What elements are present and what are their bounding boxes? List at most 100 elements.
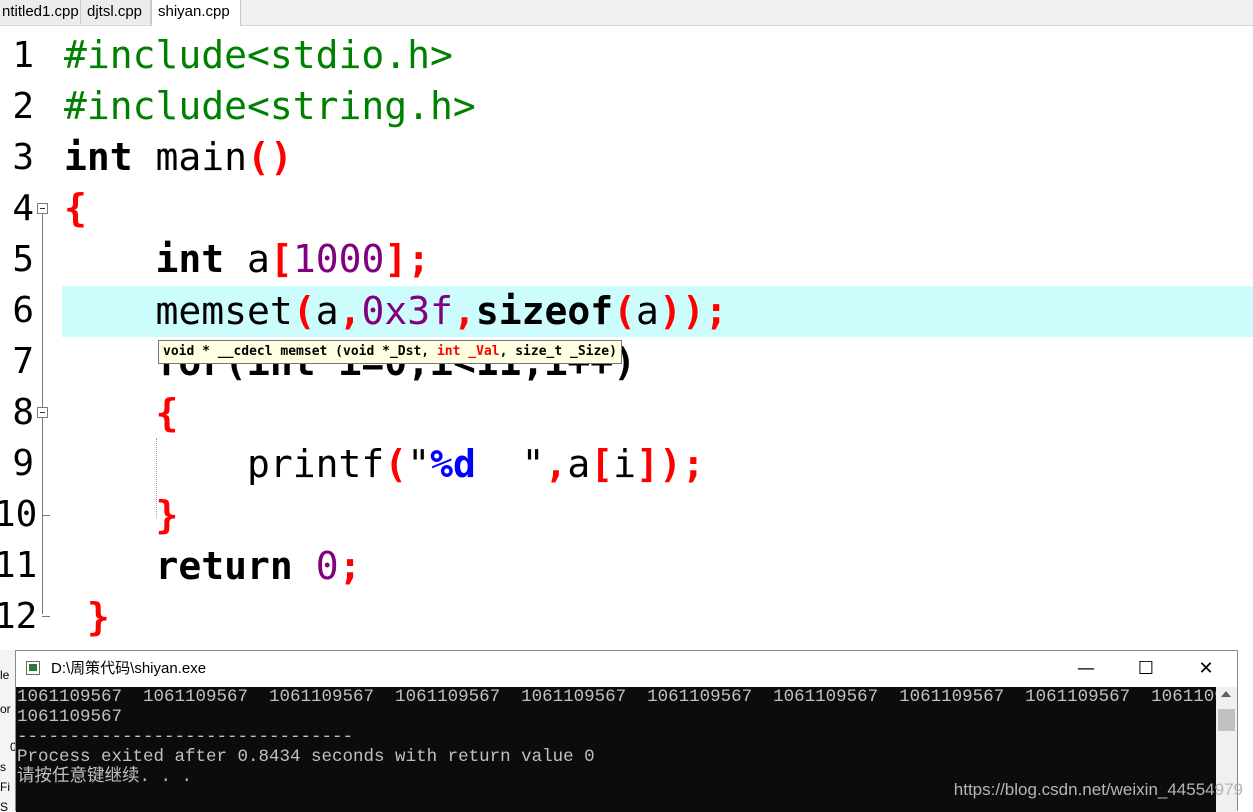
line-number: 6 [12, 290, 34, 331]
console-app-icon [26, 661, 40, 675]
symbol: ( [292, 289, 316, 333]
string-literal: " [475, 442, 545, 486]
background-text: S [0, 800, 9, 811]
format-specifier: %d [430, 442, 476, 486]
fold-end-marker [42, 616, 50, 617]
keyword: sizeof [475, 289, 614, 333]
tab-shiyan[interactable]: shiyan.cpp [151, 0, 241, 26]
identifier: a [315, 289, 339, 333]
function-name: printf [247, 442, 385, 486]
console-line: 1061109567 [17, 707, 123, 727]
symbol: () [247, 135, 293, 179]
tooltip-active-param: int _Val [436, 344, 500, 359]
line-number: 1 [12, 35, 34, 76]
symbol: ( [613, 289, 637, 333]
symbol: , [338, 289, 362, 333]
code-line-11: return 0; [64, 541, 362, 592]
scroll-up-arrow-icon[interactable] [1221, 691, 1231, 697]
line-number: 8 [12, 392, 34, 433]
symbol: [ [590, 442, 614, 486]
code-line-10: } [64, 490, 179, 541]
tab-bar: ntitled1.cpp djtsl.cpp shiyan.cpp [0, 0, 1253, 26]
code-editor[interactable]: 1 2 3 4 5 6 7 8 9 10 11 12 #include<stdi… [0, 26, 1253, 650]
minimize-button[interactable]: — [1056, 651, 1116, 687]
line-number: 9 [12, 443, 34, 484]
symbol: } [155, 493, 179, 537]
code-line-8: { [64, 388, 179, 439]
symbol: { [64, 186, 87, 230]
keyword: return [155, 544, 293, 588]
number-literal: 1000 [292, 237, 385, 281]
line-number: 2 [12, 86, 34, 127]
background-text: s [0, 760, 6, 774]
symbol: , [544, 442, 568, 486]
console-line: Process exited after 0.8434 seconds with… [17, 747, 595, 767]
scrollbar-thumb[interactable] [1218, 709, 1235, 731]
symbol: )); [658, 289, 728, 333]
code-line-6: memset(a,0x3f,sizeof(a)); [64, 286, 728, 337]
background-text: Fi [0, 780, 10, 794]
preprocessor-include: #include<string.h> [64, 84, 476, 128]
fold-end-marker [42, 515, 50, 516]
line-number: 4 [12, 188, 34, 229]
console-line: 请按任意键继续. . . [17, 767, 193, 787]
code-line-4: { [64, 183, 87, 234]
code-line-12: } [64, 592, 110, 643]
line-number: 10 [0, 494, 38, 535]
number-literal: 0x3f [361, 289, 453, 333]
symbol: ( [384, 442, 408, 486]
code-line-5: int a[1000]; [64, 234, 431, 285]
console-line: 1061109567 1061109567 1061109567 1061109… [17, 687, 1216, 707]
identifier: main [132, 135, 248, 179]
line-number-gutter: 1 2 3 4 5 6 7 8 9 10 11 12 [0, 26, 60, 650]
preprocessor-include: #include<stdio.h> [64, 33, 453, 77]
symbol: , [452, 289, 476, 333]
code-line-2: #include<string.h> [64, 81, 476, 132]
background-window-edge: le or 0 s Fi S [0, 650, 16, 811]
symbol: ]; [384, 237, 431, 281]
symbol: } [86, 595, 110, 639]
line-number: 3 [12, 137, 34, 178]
symbol: ]); [636, 442, 705, 486]
identifier: a [636, 289, 659, 333]
identifier: a [224, 237, 270, 281]
identifier: a [567, 442, 591, 486]
fold-toggle-icon[interactable] [37, 203, 48, 214]
tooltip-text: , size_t _Size) [499, 344, 617, 359]
symbol: { [155, 391, 179, 435]
tooltip-text: void * __cdecl memset (void *_Dst, [163, 344, 437, 359]
maximize-button[interactable]: ☐ [1116, 651, 1176, 687]
watermark: https://blog.csdn.net/weixin_44554979 [953, 780, 1243, 799]
background-text: le [0, 668, 10, 682]
console-line: -------------------------------- [17, 727, 354, 747]
line-number: 11 [0, 545, 38, 586]
background-text: or [0, 702, 11, 716]
keyword: int [64, 135, 133, 179]
line-number: 12 [0, 596, 38, 637]
console-title: D:\周策代码\shiyan.exe [51, 660, 207, 677]
tab-djtsl[interactable]: djtsl.cpp [81, 0, 151, 24]
identifier: i [613, 442, 637, 486]
close-button[interactable]: ✕ [1176, 651, 1236, 687]
code-line-9: printf("%d ",a[i]); [64, 439, 705, 490]
fold-toggle-icon[interactable] [37, 407, 48, 418]
keyword: int [155, 237, 225, 281]
string-literal: " [407, 442, 431, 486]
line-number: 5 [12, 239, 34, 280]
code-line-3: int main() [64, 132, 293, 183]
line-number: 7 [12, 341, 34, 382]
function-name: memset [155, 289, 293, 333]
console-titlebar[interactable]: D:\周策代码\shiyan.exe — ☐ ✕ [16, 651, 1237, 687]
symbol: ; [338, 544, 362, 588]
number-literal: 0 [315, 544, 339, 588]
tab-untitled1[interactable]: ntitled1.cpp [0, 0, 81, 24]
